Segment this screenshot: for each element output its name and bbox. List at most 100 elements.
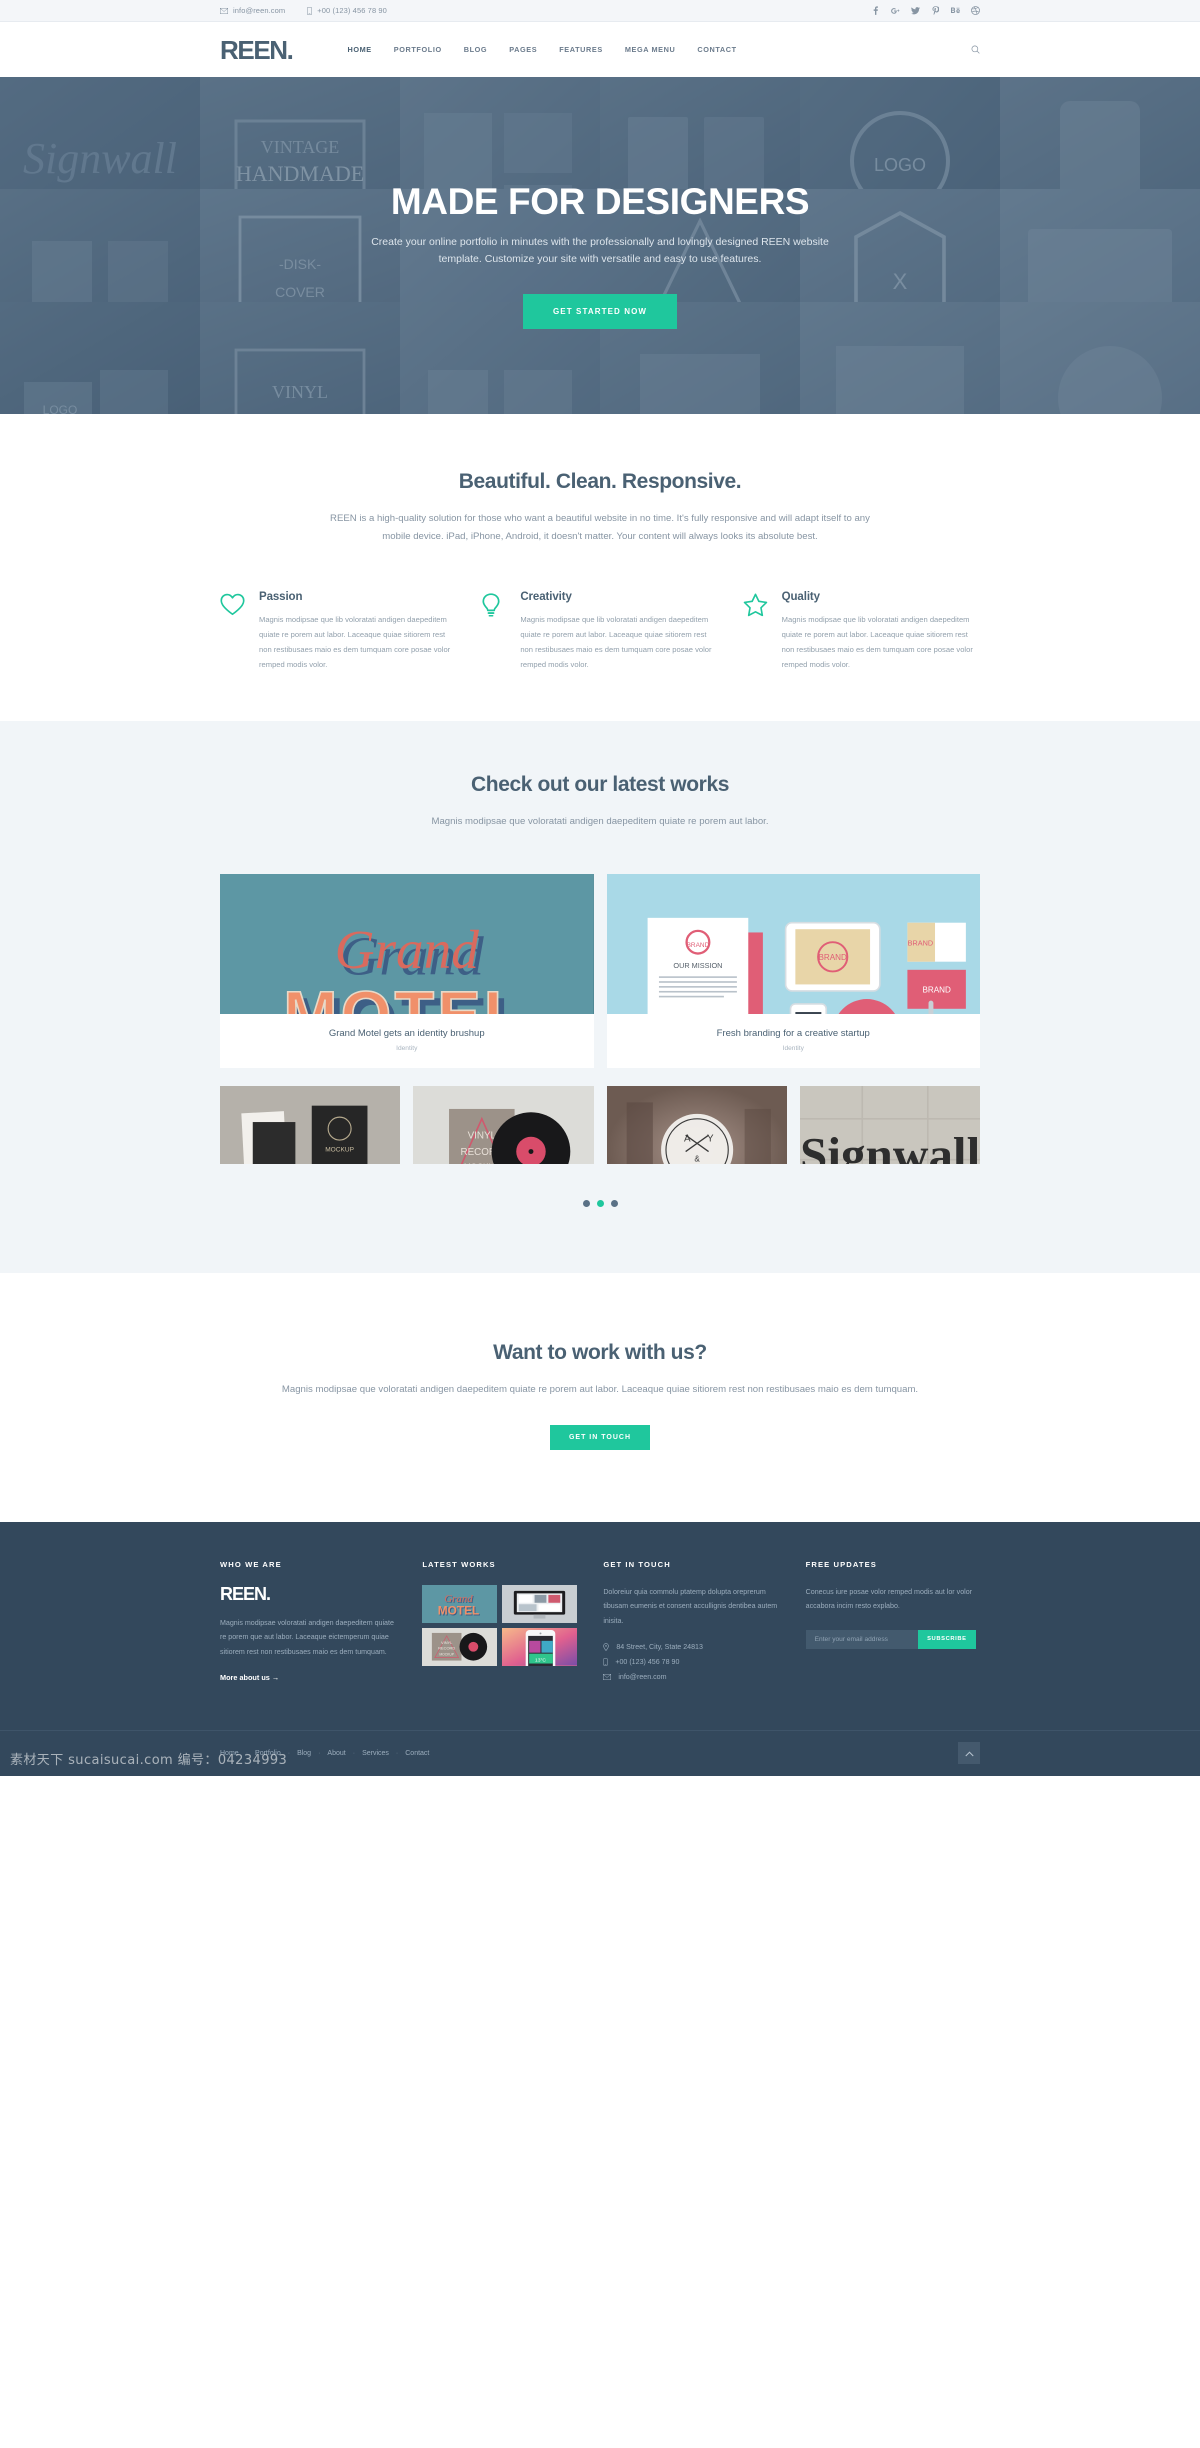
works-section: Check out our latest works Magnis modips…: [0, 720, 1200, 1274]
footer-contact-text: Doloreiur quia commolu ptatemp dolupta o…: [603, 1588, 778, 1625]
feature-title: Creativity: [520, 591, 572, 604]
svg-text:BRAND: BRAND: [818, 953, 847, 962]
work-card-title: Grand Motel gets an identity brushup: [328, 1028, 485, 1040]
envelope-icon: [603, 1673, 612, 1680]
footer-work-imac[interactable]: [502, 1585, 578, 1624]
feature-text: Magnis modipsae que lib voloratati andig…: [259, 615, 451, 669]
footer-address-text: 84 Street, City, State 24813: [616, 1642, 703, 1651]
chevron-up-icon: [964, 1744, 974, 1762]
svg-text:BRAND: BRAND: [922, 986, 951, 995]
svg-text:Grand: Grand: [335, 920, 480, 981]
get-started-button[interactable]: GET STARTED NOW: [522, 294, 678, 329]
envelope-icon: [220, 7, 228, 14]
svg-text:A: A: [684, 1134, 691, 1145]
footer-link-contact[interactable]: Contact: [405, 1750, 429, 1757]
footer-updates-text: Conecus iure posae volor remped modis au…: [805, 1588, 973, 1611]
subscribe-button[interactable]: SUBSCRIBE: [918, 1629, 976, 1649]
footer-column-latest-works: LATEST WORKS Grand Grand MOTEL MOTEL VIN…: [422, 1560, 578, 1688]
footer-phone-text: +00 (123) 456 78 90: [615, 1657, 680, 1666]
svg-text:&: &: [694, 1155, 700, 1164]
topbar-phone[interactable]: +00 (123) 456 78 90: [307, 6, 387, 15]
footer-heading: GET IN TOUCH: [603, 1560, 671, 1570]
works-thumbnail-list: MOCKUP VINYL RECORD MOCKUP A Y & ANTON &…: [220, 1086, 980, 1165]
thumbnail-stationery-dark[interactable]: MOCKUP: [220, 1086, 401, 1165]
intro-title: Beautiful. Clean. Responsive.: [458, 470, 742, 493]
main-navigation: HOME PORTFOLIO BLOG PAGES FEATURES MEGA …: [347, 45, 736, 54]
svg-text:RECORD: RECORD: [438, 1646, 455, 1651]
carousel-dot-3[interactable]: [610, 1200, 618, 1208]
site-logo[interactable]: REEN.: [220, 37, 294, 63]
nav-item-pages[interactable]: PAGES: [509, 45, 537, 54]
footer-link-blog[interactable]: Blog: [297, 1750, 311, 1757]
nav-item-blog[interactable]: BLOG: [464, 45, 487, 54]
carousel-dot-2[interactable]: [596, 1200, 604, 1208]
search-icon[interactable]: [971, 45, 980, 54]
twitter-icon[interactable]: [911, 6, 920, 15]
get-in-touch-button[interactable]: GET IN TOUCH: [549, 1425, 651, 1451]
facebook-icon[interactable]: [871, 6, 880, 15]
feature-creativity: Creativity Magnis modipsae que lib volor…: [481, 591, 718, 672]
footer-heading: WHO WE ARE: [220, 1560, 282, 1570]
work-card-category: Identity: [782, 1045, 804, 1053]
arrow-right-icon: →: [271, 1672, 280, 1682]
svg-text:13°C: 13°C: [535, 1658, 546, 1664]
footer-link-about[interactable]: About: [327, 1750, 345, 1757]
work-card-image-grand-motel[interactable]: Grand Grand MOTEL MOTEL: [220, 874, 594, 1015]
nav-item-portfolio[interactable]: PORTFOLIO: [394, 45, 442, 54]
topbar-email[interactable]: info@reen.com: [220, 6, 285, 15]
footer-work-vinyl[interactable]: VINYL RECORD MOCKUP: [422, 1628, 498, 1667]
feature-passion: Passion Magnis modipsae que lib volorata…: [220, 591, 457, 672]
cta-section: Want to work with us? Magnis modipsae qu…: [0, 1273, 1200, 1523]
nav-item-contact[interactable]: CONTACT: [697, 45, 736, 54]
footer-link-services[interactable]: Services: [362, 1750, 389, 1757]
subscribe-email-input[interactable]: [805, 1635, 919, 1643]
cta-subtitle: Magnis modipsae que voloratati andigen d…: [281, 1384, 919, 1396]
work-card-grand-motel[interactable]: Grand Grand MOTEL MOTEL Grand Motel gets…: [220, 874, 594, 1069]
carousel-dot-1[interactable]: [582, 1200, 590, 1208]
work-card-category: Identity: [396, 1045, 418, 1053]
scroll-to-top-button[interactable]: [958, 1742, 980, 1765]
footer-email-text: info@reen.com: [618, 1672, 667, 1681]
footer-address: 84 Street, City, State 24813: [603, 1643, 779, 1651]
more-about-us-label: More about us: [220, 1672, 270, 1682]
behance-icon[interactable]: [951, 6, 960, 15]
thumbnail-badge-logo[interactable]: A Y & ANTON & YANCY: [606, 1086, 787, 1165]
footer-work-iphone[interactable]: 13°C: [502, 1628, 578, 1667]
nav-item-mega-menu[interactable]: MEGA MENU: [625, 45, 676, 54]
cta-title: Want to work with us?: [493, 1341, 707, 1365]
work-card-image-fresh-branding[interactable]: BRAND OUR MISSION BRAND BRAND BRAND: [606, 874, 980, 1015]
work-card-title: Fresh branding for a creative startup: [716, 1028, 870, 1040]
intro-section: Beautiful. Clean. Responsive. REEN is a …: [0, 414, 1200, 721]
phone-icon: [307, 6, 313, 15]
footer-logo: REEN.: [220, 1584, 271, 1605]
works-subtitle: Magnis modipsae que voloratati andigen d…: [431, 815, 769, 827]
pinterest-icon[interactable]: [931, 6, 940, 15]
hero-title: MADE FOR DESIGNERS: [390, 181, 810, 222]
hero-subtitle: Create your online portfolio in minutes …: [371, 236, 829, 265]
feature-text: Magnis modipsae que lib voloratati andig…: [520, 615, 712, 669]
top-bar-contact: info@reen.com +00 (123) 456 78 90: [220, 6, 387, 15]
thumbnail-vinyl-record[interactable]: VINYL RECORD MOCKUP: [413, 1086, 594, 1165]
star-icon: [743, 591, 769, 672]
footer-email: info@reen.com: [603, 1673, 779, 1681]
svg-text:MOCKUP: MOCKUP: [440, 1653, 455, 1657]
svg-text:MOCKUP: MOCKUP: [325, 1147, 354, 1154]
nav-item-features[interactable]: FEATURES: [559, 45, 603, 54]
more-about-us-link[interactable]: More about us →: [220, 1673, 279, 1682]
svg-text:BRAND: BRAND: [907, 939, 933, 948]
google-plus-icon[interactable]: [891, 6, 900, 15]
feature-text: Magnis modipsae que lib voloratati andig…: [781, 615, 973, 669]
nav-item-home[interactable]: HOME: [347, 45, 371, 54]
works-title: Check out our latest works: [471, 772, 729, 796]
svg-text:OUR MISSION: OUR MISSION: [673, 962, 722, 971]
work-card-fresh-branding[interactable]: BRAND OUR MISSION BRAND BRAND BRAND Fres…: [606, 874, 980, 1069]
svg-text:VINYL: VINYL: [441, 1640, 453, 1645]
thumbnail-signwall[interactable]: Signwall: [799, 1086, 980, 1165]
footer-about-text: Magnis modipsae voloratati andigen daepe…: [220, 1619, 394, 1656]
lightbulb-icon: [481, 591, 507, 672]
footer-work-grand-motel[interactable]: Grand Grand MOTEL MOTEL: [422, 1585, 498, 1624]
separator: ·: [395, 1749, 399, 1757]
separator: ·: [287, 1749, 291, 1757]
hero-section: Signwall VINTAGE HANDMADE WOOD GIFTS: [0, 77, 1200, 414]
dribbble-icon[interactable]: [971, 6, 980, 15]
